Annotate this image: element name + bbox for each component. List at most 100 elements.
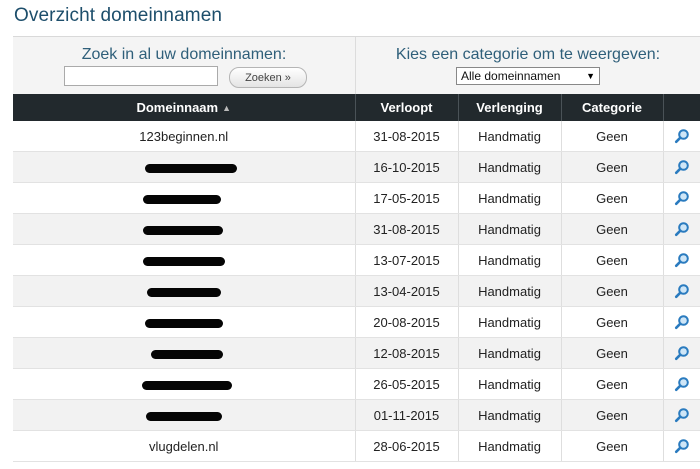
table-row[interactable]: 16-10-2015 Handmatig Geen <box>13 151 700 183</box>
domain-cell: 123beginnen.nl <box>13 121 356 152</box>
domain-cell <box>13 244 356 276</box>
renewal-cell: Handmatig <box>458 306 562 338</box>
expires-cell: 31-08-2015 <box>355 213 459 245</box>
table-row[interactable]: 13-04-2015 Handmatig Geen <box>13 275 700 307</box>
category-cell: Geen <box>561 121 664 152</box>
renewal-cell: Handmatig <box>458 368 562 400</box>
chevron-down-icon: ▼ <box>586 71 595 81</box>
domain-cell: vlugdelen.nl <box>13 430 356 462</box>
expires-cell: 17-05-2015 <box>355 182 459 214</box>
domain-cell <box>13 275 356 307</box>
row-actions <box>663 244 700 276</box>
renewal-cell: Handmatig <box>458 213 562 245</box>
row-actions <box>663 213 700 245</box>
column-header-domain[interactable]: Domeinnaam ▲ <box>13 94 356 121</box>
redacted-domain <box>150 349 223 359</box>
magnifier-icon[interactable] <box>674 407 690 423</box>
expires-cell: 16-10-2015 <box>355 151 459 183</box>
table-row[interactable]: 13-07-2015 Handmatig Geen <box>13 244 700 276</box>
category-cell: Geen <box>561 275 664 307</box>
column-header-renewal[interactable]: Verlenging <box>458 94 562 121</box>
row-actions <box>663 121 700 152</box>
renewal-cell: Handmatig <box>458 275 562 307</box>
table-body: 123beginnen.nl 31-08-2015 Handmatig Geen 16-… <box>13 121 700 462</box>
redacted-domain <box>142 256 225 266</box>
row-actions <box>663 337 700 369</box>
category-panel: Kies een categorie om te weergeven: Alle… <box>356 37 700 94</box>
search-input[interactable] <box>64 66 218 86</box>
redacted-domain <box>144 163 237 173</box>
category-cell: Geen <box>561 368 664 400</box>
expires-cell: 12-08-2015 <box>355 337 459 369</box>
row-actions <box>663 399 700 431</box>
row-actions <box>663 275 700 307</box>
renewal-cell: Handmatig <box>458 244 562 276</box>
category-cell: Geen <box>561 244 664 276</box>
search-button[interactable]: Zoeken » <box>229 67 307 88</box>
category-cell: Geen <box>561 151 664 183</box>
column-header-expires[interactable]: Verloopt <box>355 94 459 121</box>
category-cell: Geen <box>561 399 664 431</box>
domain-cell <box>13 151 356 183</box>
table-row[interactable]: 20-08-2015 Handmatig Geen <box>13 306 700 338</box>
column-header-label: Domeinnaam <box>136 100 219 115</box>
column-header-actions <box>663 94 700 121</box>
category-label: Kies een categorie om te weergeven: <box>395 46 661 63</box>
expires-cell: 13-07-2015 <box>355 244 459 276</box>
magnifier-icon[interactable] <box>674 190 690 206</box>
magnifier-icon[interactable] <box>674 128 690 144</box>
redacted-domain <box>144 318 223 328</box>
category-cell: Geen <box>561 213 664 245</box>
renewal-cell: Handmatig <box>458 399 562 431</box>
row-actions <box>663 430 700 462</box>
redacted-domain <box>142 194 221 204</box>
filter-bar: Zoek in al uw domeinnamen: Zoeken » Kies… <box>13 37 700 94</box>
table-row[interactable]: 123beginnen.nl 31-08-2015 Handmatig Geen <box>13 121 700 152</box>
magnifier-icon[interactable] <box>674 345 690 361</box>
column-header-category[interactable]: Categorie <box>561 94 664 121</box>
domain-name[interactable]: 123beginnen.nl <box>139 129 228 144</box>
sort-icon[interactable]: ▲ <box>222 103 231 113</box>
renewal-cell: Handmatig <box>458 337 562 369</box>
table-row[interactable]: 31-08-2015 Handmatig Geen <box>13 213 700 245</box>
expires-cell: 26-05-2015 <box>355 368 459 400</box>
renewal-cell: Handmatig <box>458 151 562 183</box>
expires-cell: 31-08-2015 <box>355 121 459 152</box>
redacted-domain <box>145 411 222 421</box>
expires-cell: 28-06-2015 <box>355 430 459 462</box>
table-row[interactable]: 12-08-2015 Handmatig Geen <box>13 337 700 369</box>
table-row[interactable]: 17-05-2015 Handmatig Geen <box>13 182 700 214</box>
magnifier-icon[interactable] <box>674 376 690 392</box>
domain-cell <box>13 368 356 400</box>
table-row[interactable]: 01-11-2015 Handmatig Geen <box>13 399 700 431</box>
domain-name[interactable]: vlugdelen.nl <box>149 439 218 454</box>
table-row[interactable]: 26-05-2015 Handmatig Geen <box>13 368 700 400</box>
category-select-value: Alle domeinnamen <box>461 69 561 83</box>
category-cell: Geen <box>561 182 664 214</box>
category-select[interactable]: Alle domeinnamen ▼ <box>456 67 600 85</box>
magnifier-icon[interactable] <box>674 438 690 454</box>
category-cell: Geen <box>561 430 664 462</box>
renewal-cell: Handmatig <box>458 182 562 214</box>
domain-cell <box>13 306 356 338</box>
renewal-cell: Handmatig <box>458 430 562 462</box>
domain-cell <box>13 337 356 369</box>
table-header-row: Domeinnaam ▲ Verloopt Verlenging Categori… <box>13 94 700 121</box>
expires-cell: 13-04-2015 <box>355 275 459 307</box>
magnifier-icon[interactable] <box>674 283 690 299</box>
table-row[interactable]: vlugdelen.nl 28-06-2015 Handmatig Geen <box>13 430 700 462</box>
domains-table: Domeinnaam ▲ Verloopt Verlenging Categori… <box>13 94 700 462</box>
row-actions <box>663 151 700 183</box>
expires-cell: 20-08-2015 <box>355 306 459 338</box>
expires-cell: 01-11-2015 <box>355 399 459 431</box>
domain-cell <box>13 399 356 431</box>
magnifier-icon[interactable] <box>674 252 690 268</box>
magnifier-icon[interactable] <box>674 159 690 175</box>
category-cell: Geen <box>561 337 664 369</box>
row-actions <box>663 368 700 400</box>
page-title: Overzicht domeinnamen <box>14 5 223 26</box>
magnifier-icon[interactable] <box>674 221 690 237</box>
magnifier-icon[interactable] <box>674 314 690 330</box>
row-actions <box>663 306 700 338</box>
search-panel: Zoek in al uw domeinnamen: Zoeken » <box>13 37 356 94</box>
